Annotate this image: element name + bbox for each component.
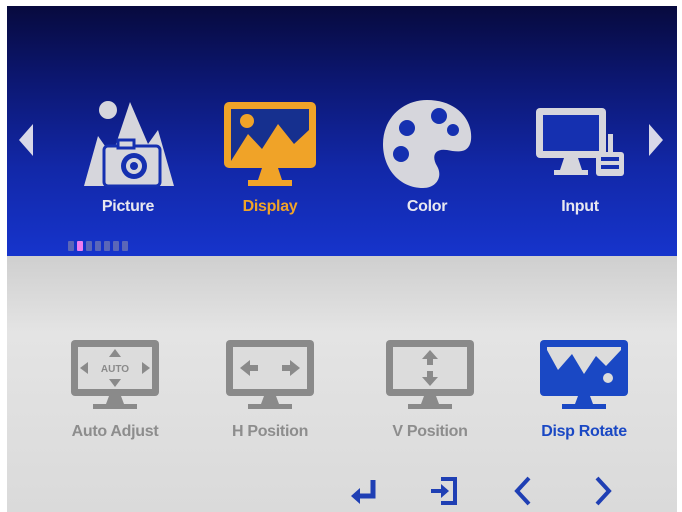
osd-screen: Picture Display Color Input AUTO Auto Ad… [7,6,677,512]
sub-item-v-position[interactable]: V Position [370,336,490,441]
scroll-right-arrow-icon[interactable] [649,124,663,156]
page-dot [68,241,74,251]
v-position-icon [386,340,474,409]
left-icon[interactable] [507,474,541,508]
disp-rotate-icon [540,340,628,409]
sub-item-h-position[interactable]: H Position [210,336,330,441]
main-menu-panel: Picture Display Color Input [7,6,677,256]
display-icon [224,102,316,186]
sub-item-disp-rotate[interactable]: Disp Rotate [524,336,644,441]
page-dot [113,241,119,251]
menu-item-picture[interactable]: Picture [68,94,188,216]
page-dot [104,241,110,251]
sub-item-auto-adjust[interactable]: AUTO Auto Adjust [55,336,175,441]
scroll-left-arrow-icon[interactable] [19,124,33,156]
page-indicator [68,238,131,251]
auto-adjust-icon-text: AUTO [101,364,129,375]
page-dot [122,241,128,251]
sub-label-disp-rotate: Disp Rotate [541,423,627,440]
menu-item-display[interactable]: Display [210,94,330,216]
h-position-icon [226,340,314,409]
auto-adjust-icon: AUTO [71,340,159,409]
page-dot [95,241,101,251]
page-dot [77,241,83,251]
menu-item-input[interactable]: Input [520,94,640,216]
sub-label-v-position: V Position [392,423,468,440]
input-icon [536,108,624,176]
enter-icon[interactable] [347,474,381,508]
menu-item-color[interactable]: Color [367,94,487,216]
right-icon[interactable] [585,474,619,508]
menu-label-picture: Picture [101,198,155,215]
menu-label-input: Input [561,198,599,215]
sub-label-h-position: H Position [231,423,309,440]
picture-icon [84,101,174,188]
page-dot [86,241,92,251]
palette-icon [383,100,472,188]
menu-label-color: Color [406,198,448,215]
menu-label-display: Display [242,198,298,215]
exit-icon[interactable] [427,474,461,508]
sub-label-auto-adjust: Auto Adjust [71,423,159,440]
